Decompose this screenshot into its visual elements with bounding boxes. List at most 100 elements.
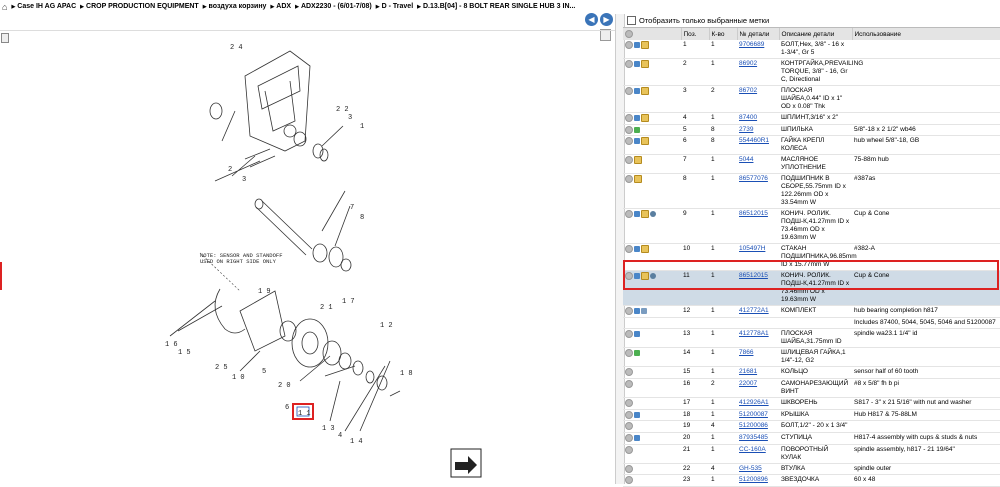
part-number-link[interactable]: CC-160A	[737, 444, 779, 464]
info-icon[interactable]	[625, 60, 633, 68]
info-icon[interactable]	[625, 156, 633, 165]
package-icon[interactable]	[641, 41, 649, 49]
green-arrow-icon[interactable]	[634, 350, 640, 357]
table-row[interactable]: 20 1 87935485 СТУПИЦА H817-4 assembly with c…	[623, 432, 1000, 445]
cart-arrow-icon[interactable]	[634, 331, 640, 338]
table-row[interactable]: 6 8 554460R1 ГАЙКА КРЕПЛ КОЛЕСА hub wheel 5/…	[623, 135, 1000, 156]
info-icon[interactable]	[625, 398, 633, 407]
column-header[interactable]: Поз.	[681, 28, 710, 40]
table-row[interactable]: 8 1 86577076 ПОДШИПНИК В СБОРЕ,55.75mm ID x…	[623, 173, 1000, 210]
breadcrumb-item[interactable]: ADX2230 - (6/01-7/08)	[295, 3, 372, 10]
table-row[interactable]: 17 1 412926A1 ШКВОРЕНЬ S817 - 3" x 21 5/16" …	[623, 397, 1000, 410]
part-number-link[interactable]: 2739	[737, 124, 779, 137]
part-number-link[interactable]: 554460R1	[737, 135, 779, 156]
part-number-link[interactable]: 86577076	[737, 173, 779, 210]
info-icon[interactable]	[625, 349, 633, 358]
part-number-link[interactable]: 87935485	[737, 432, 779, 445]
part-number-link[interactable]: 87400	[737, 112, 779, 125]
part-number-link[interactable]: 21681	[737, 366, 779, 379]
part-number-link[interactable]: 51200086	[737, 420, 779, 434]
part-number-link[interactable]: 51200896	[737, 474, 779, 487]
info-icon[interactable]	[625, 422, 633, 431]
breadcrumb-item[interactable]: ADX	[270, 3, 291, 10]
table-row[interactable]: 7 1 5044 МАСЛЯНОЕ УПЛОТНЕНИЕ 75-88m hub	[623, 154, 1000, 175]
info-icon[interactable]	[625, 464, 633, 473]
breadcrumb-item[interactable]: CROP PRODUCTION EQUIPMENT	[80, 3, 199, 10]
back-arrow-icon[interactable]: ◀	[585, 13, 598, 26]
info-icon[interactable]	[625, 272, 633, 281]
part-number-link[interactable]: 22007	[737, 378, 779, 398]
green-arrow-icon[interactable]	[634, 126, 640, 133]
part-number-link[interactable]: 86512015	[737, 208, 779, 245]
package-icon[interactable]	[641, 210, 649, 219]
part-number-link[interactable]: 412926A1	[737, 397, 779, 410]
info-icon[interactable]	[625, 307, 633, 316]
package-icon[interactable]	[641, 272, 649, 281]
cart-arrow-icon[interactable]	[634, 273, 640, 280]
table-row[interactable]: 4 1 87400 ШПЛИНТ,3/16" x 2"	[623, 112, 1000, 125]
part-number-link[interactable]: 86512015	[737, 270, 779, 307]
part-number-link[interactable]: 86702	[737, 85, 779, 113]
table-row[interactable]: 15 1 21681 КОЛЬЦО sensor half of 60 tooth	[623, 366, 1000, 379]
part-number-link[interactable]: 51200087	[737, 409, 779, 422]
part-number-link[interactable]: 105497H	[737, 243, 779, 272]
package-icon[interactable]	[641, 114, 649, 122]
info-icon[interactable]	[625, 434, 633, 443]
cart-arrow-icon[interactable]	[634, 308, 640, 315]
cart-arrow-icon[interactable]	[634, 88, 640, 94]
breadcrumb-item[interactable]: D.13.B[04] - 8 BOLT REAR SINGLE HUB 3 IN…	[417, 3, 575, 10]
table-row[interactable]: 11 1 86512015 КОНИЧ. РОЛИК. ПОДШ-К,41.27mm …	[623, 270, 1000, 307]
info-icon[interactable]	[625, 125, 633, 134]
package-icon[interactable]	[634, 156, 642, 165]
info-icon[interactable]	[625, 379, 633, 388]
highlighted-callout[interactable]	[292, 403, 314, 420]
cart-arrow-icon[interactable]	[634, 411, 640, 418]
forward-arrow-icon[interactable]: ▶	[600, 13, 613, 26]
package-icon[interactable]	[634, 175, 642, 184]
info-icon[interactable]	[625, 330, 633, 339]
home-icon[interactable]: ⌂	[2, 2, 7, 12]
info-icon[interactable]	[625, 245, 633, 254]
package-icon[interactable]	[641, 245, 649, 254]
breadcrumb-item[interactable]: Case IH AG APAC	[11, 3, 76, 10]
part-number-link[interactable]: 5044	[737, 154, 779, 175]
part-number-link[interactable]: 412772A1	[737, 305, 779, 319]
filter-checkbox-row[interactable]: Отобразить только выбранные метки	[623, 14, 1000, 28]
part-number-link[interactable]: 9706689	[737, 40, 779, 59]
package-icon[interactable]	[641, 87, 649, 95]
cart-arrow-icon[interactable]	[634, 42, 640, 48]
table-row[interactable]: 3 2 86702 ПЛОСКАЯ ШАЙБА,0.44" ID x 1" OD x …	[623, 85, 1000, 113]
cart-arrow-icon[interactable]	[634, 61, 640, 67]
package-icon[interactable]	[641, 137, 649, 146]
info-icon[interactable]	[625, 410, 633, 419]
table-row[interactable]: 14 1 7866 ШЛИЦЕВАЯ ГАЙКА,1 1/4"-12, G2	[623, 347, 1000, 368]
wheel-icon[interactable]	[650, 273, 656, 280]
table-row[interactable]: 23 1 51200896 ЗВЕЗДОЧКА 60 x 48	[623, 474, 1000, 487]
breadcrumb-item[interactable]: D - Travel	[376, 3, 414, 10]
part-number-link[interactable]: 412778A1	[737, 328, 779, 349]
table-row[interactable]: 16 2 22007 САМОНАРЕЗАЮЩИЙ ВИНТ #8 x 5/8" fh …	[623, 378, 1000, 398]
table-row[interactable]: 21 1 CC-160A ПОВОРОТНЫЙ КУЛАК spindle assemb…	[623, 444, 1000, 464]
info-icon[interactable]	[625, 41, 633, 49]
change-view-icon[interactable]	[450, 448, 482, 478]
table-row[interactable]: 13 1 412778A1 ПЛОСКАЯ ШАЙБА,31.75mm ID spind…	[623, 328, 1000, 349]
info-icon[interactable]	[625, 114, 633, 122]
table-row[interactable]: 2 1 86902 КОНТРГАЙКА,PREVAILING TORQUE, 3/8…	[623, 58, 1000, 86]
cart-arrow-icon[interactable]	[634, 115, 640, 121]
info-icon[interactable]	[625, 445, 633, 454]
table-row[interactable]: 9 1 86512015 КОНИЧ. РОЛИК. ПОДШ-К,41.27mm I…	[623, 208, 1000, 245]
cart-arrow-icon[interactable]	[634, 211, 640, 218]
part-number-link[interactable]	[737, 317, 779, 330]
table-row[interactable]: Includes 87400, 5044, 5045, 5046 and 512…	[623, 317, 1000, 330]
filter-checkbox[interactable]	[627, 16, 636, 25]
cart-arrow-icon[interactable]	[634, 246, 640, 253]
table-row[interactable]: 1 1 9706689 БОЛТ,Hex, 3/8" - 16 x 1-3/4", G…	[623, 40, 1000, 59]
table-row[interactable]: 19 4 51200086 БОЛТ,1/2" - 20 x 1 3/4"	[623, 420, 1000, 434]
table-row[interactable]: 5 8 2739 ШПИЛЬКА 5/8"-18 x 2 1/2" wb46	[623, 124, 1000, 137]
info-icon[interactable]	[625, 210, 633, 219]
table-row[interactable]: 18 1 51200087 КРЫШКА Hub H817 & 75-88LM	[623, 409, 1000, 422]
cart-arrow-icon[interactable]	[634, 435, 640, 442]
table-row[interactable]: 10 1 105497H СТАКАН ПОДШИПНИКА,96.85mm ID x…	[623, 243, 1000, 272]
column-header[interactable]: К-во	[709, 28, 738, 40]
info-icon[interactable]	[625, 175, 633, 184]
